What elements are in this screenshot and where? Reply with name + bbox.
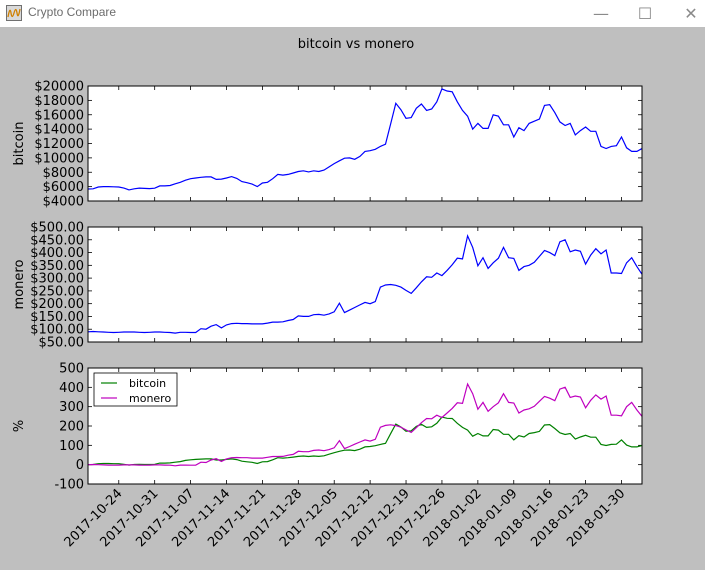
y-tick-label: $100.00 [30, 323, 84, 338]
subplot-percent-change: -1000100200300400500%bitcoinmonero2017-1… [12, 362, 643, 550]
y-tick-label: -100 [54, 478, 84, 493]
close-button[interactable]: ✕ [668, 0, 705, 27]
y-tick-label: 0 [76, 458, 84, 473]
y-tick-label: $18000 [34, 94, 84, 109]
y-tick-label: 300 [59, 400, 84, 415]
y-tick-label: $6000 [43, 180, 84, 195]
y-tick-label: $150.00 [30, 310, 84, 325]
y-tick-label: $200.00 [30, 297, 84, 312]
y-tick-label: $20000 [34, 80, 84, 95]
plot-area [88, 86, 642, 201]
y-tick-label: $50.00 [39, 336, 85, 351]
legend-label-monero: monero [129, 392, 171, 405]
y-tick-label: $10000 [34, 151, 84, 166]
figure-title: bitcoin vs monero [298, 37, 415, 52]
y-tick-label: $400.00 [30, 246, 84, 261]
y-tick-label: $450.00 [30, 233, 84, 248]
y-tick-label: $14000 [34, 123, 84, 138]
legend-label-bitcoin: bitcoin [129, 377, 166, 390]
legend: bitcoin monero [93, 372, 178, 407]
subplot-monero-price: $50.00$100.00$150.00$200.00$250.00$300.0… [12, 221, 643, 351]
figure-canvas: bitcoin vs monero $4000$6000$8000$10000$… [12, 37, 643, 550]
title-bar: Crypto Compare — ☐ ✕ [0, 0, 705, 27]
close-icon: ✕ [684, 4, 698, 23]
minimize-button[interactable]: — [578, 0, 624, 27]
maximize-icon: ☐ [637, 4, 653, 23]
y-axis-label: % [12, 420, 27, 432]
y-tick-label: $350.00 [30, 259, 84, 274]
subplot-bitcoin-price: $4000$6000$8000$10000$12000$14000$16000$… [12, 80, 643, 210]
y-tick-label: $16000 [34, 108, 84, 123]
y-tick-label: $4000 [43, 195, 84, 210]
minimize-icon: — [593, 4, 609, 23]
y-tick-label: $300.00 [30, 272, 84, 287]
y-tick-label: $250.00 [30, 284, 84, 299]
window-title: Crypto Compare [28, 5, 117, 19]
y-axis-label: monero [12, 260, 27, 310]
y-tick-label: 500 [59, 362, 84, 377]
y-tick-label: $500.00 [30, 221, 84, 236]
y-tick-label: 200 [59, 420, 84, 435]
maximize-button[interactable]: ☐ [622, 0, 668, 27]
y-tick-label: $12000 [34, 137, 84, 152]
y-tick-label: 100 [59, 439, 84, 454]
y-tick-label: $8000 [43, 166, 84, 181]
y-tick-label: 400 [59, 381, 84, 396]
waveform-app-icon [6, 5, 22, 21]
y-axis-label: bitcoin [12, 122, 27, 166]
